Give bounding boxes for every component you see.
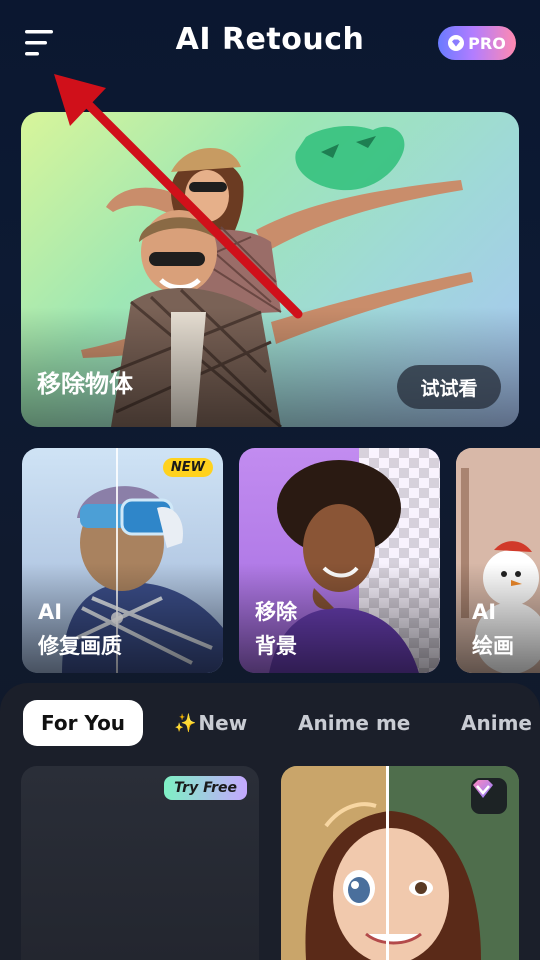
card-label-line2: 绘画	[472, 634, 514, 658]
card-label-line2: 修复画质	[38, 634, 122, 658]
tab-anime-me[interactable]: Anime me	[298, 700, 410, 746]
tab-anime[interactable]: Anime	[461, 700, 532, 746]
pro-label: PRO	[468, 33, 506, 53]
app-header: AI Retouch PRO	[0, 0, 540, 90]
try-free-badge[interactable]: Try Free	[164, 776, 247, 800]
card-ai-enhance[interactable]: NEW AI 修复画质	[22, 448, 223, 673]
sparkle-icon: ✨	[174, 712, 197, 734]
card-label-line2: 背景	[255, 634, 297, 658]
new-badge: NEW	[162, 458, 213, 477]
pro-button[interactable]: PRO	[438, 26, 516, 60]
tab-new[interactable]: ✨ New	[174, 700, 247, 746]
card-label-line1: AI	[472, 600, 497, 624]
category-tabs: For You ✨ New Anime me Anime	[0, 700, 540, 746]
card-label-line1: 移除	[255, 600, 297, 624]
card-ai-painting[interactable]: AI 绘画	[456, 448, 540, 673]
hero-banner-remove-object[interactable]: 移除物体 试试看	[21, 112, 519, 427]
tab-for-you[interactable]: For You	[23, 700, 144, 746]
card-remove-background[interactable]: 移除 背景	[239, 448, 440, 673]
try-it-button[interactable]: 试试看	[397, 365, 501, 409]
diamond-icon	[448, 35, 465, 51]
template-tile-1[interactable]: Try Free	[21, 766, 259, 960]
hero-title: 移除物体	[37, 370, 133, 398]
card-label-line1: AI	[38, 600, 63, 624]
template-tile-anime[interactable]	[281, 766, 519, 960]
pro-diamond-icon	[471, 778, 507, 814]
